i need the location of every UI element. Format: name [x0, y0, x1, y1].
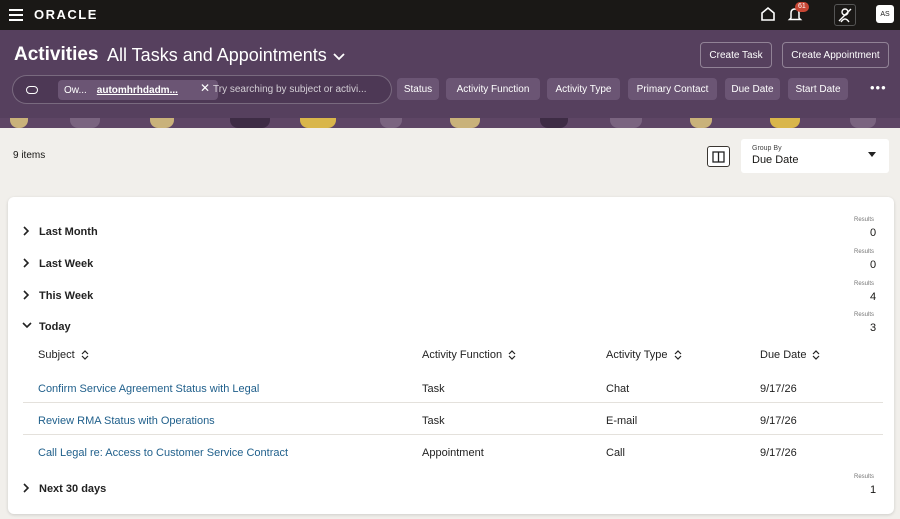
results-label: Results	[854, 281, 875, 287]
sort-icon	[813, 350, 820, 360]
sort-icon	[674, 350, 681, 360]
chevron-down-icon	[333, 52, 345, 60]
columns-icon	[712, 150, 725, 163]
saved-search-label: All Tasks and Appointments	[107, 45, 327, 65]
search-input[interactable]: Try searching by subject or activi...	[213, 84, 367, 95]
decorative-pattern	[0, 118, 900, 128]
group-name[interactable]: This Week	[39, 290, 93, 302]
oracle-logo: ORACLE	[34, 7, 98, 22]
group-today[interactable]: Today Results 3	[8, 312, 894, 342]
filter-status[interactable]: Status	[397, 78, 439, 100]
activity-function-cell: Appointment	[422, 447, 484, 459]
group-name[interactable]: Last Month	[39, 226, 98, 238]
activity-function-cell: Task	[422, 383, 445, 395]
results-count: 4	[870, 291, 877, 303]
subject-link[interactable]: Review RMA Status with Operations	[38, 415, 215, 427]
group-by-label: Group By	[752, 145, 782, 152]
group-name[interactable]: Last Week	[39, 258, 93, 270]
subject-link[interactable]: Call Legal re: Access to Customer Servic…	[38, 447, 288, 459]
toggle-panel-button[interactable]	[707, 146, 730, 167]
column-header-due-date[interactable]: Due Date	[760, 349, 820, 361]
results-label: Results	[854, 217, 875, 223]
create-appointment-button[interactable]: Create Appointment	[782, 42, 889, 68]
page-header: Activities All Tasks and Appointments Cr…	[0, 30, 900, 118]
items-count: 9 items	[13, 150, 46, 161]
results-label: Results	[854, 474, 875, 480]
group-last-month[interactable]: Last Month Results 0	[8, 217, 894, 247]
chevron-down-icon[interactable]	[22, 321, 32, 329]
activities-list: Last Month Results 0 Last Week Results 0…	[8, 197, 894, 514]
activity-type-cell: Chat	[606, 383, 630, 395]
column-header-label: Activity Type	[606, 349, 668, 361]
toggle-icon[interactable]	[26, 86, 38, 94]
global-header: ORACLE 61 AS	[0, 0, 900, 30]
due-date-cell: 9/17/26	[760, 415, 797, 427]
group-name[interactable]: Today	[39, 321, 71, 333]
more-options-icon[interactable]: •••	[870, 80, 887, 95]
column-header-label: Subject	[38, 349, 75, 361]
owner-filter-chip[interactable]: Ow... automhrhdadm...	[58, 80, 218, 100]
group-name[interactable]: Next 30 days	[39, 483, 106, 495]
filter-activity-type[interactable]: Activity Type	[547, 78, 620, 100]
group-by-value: Due Date	[752, 154, 799, 166]
subject-link[interactable]: Confirm Service Agreement Status with Le…	[38, 383, 259, 395]
activity-type-cell: E-mail	[606, 415, 638, 427]
results-label: Results	[854, 312, 875, 318]
group-last-week[interactable]: Last Week Results 0	[8, 249, 894, 279]
column-header-label: Activity Function	[422, 349, 503, 361]
chevron-right-icon[interactable]	[22, 290, 30, 300]
results-count: 0	[870, 259, 877, 271]
activity-type-cell: Call	[606, 447, 625, 459]
menu-icon[interactable]	[9, 9, 23, 21]
home-icon[interactable]	[759, 5, 779, 25]
chevron-right-icon[interactable]	[22, 483, 30, 493]
filter-due-date[interactable]: Due Date	[725, 78, 780, 100]
close-icon[interactable]: ✕	[200, 81, 210, 95]
column-header-activity-function[interactable]: Activity Function	[422, 349, 516, 361]
notification-badge: 61	[795, 2, 809, 12]
column-header-activity-type[interactable]: Activity Type	[606, 349, 682, 361]
due-date-cell: 9/17/26	[760, 447, 797, 459]
table-row[interactable]: Confirm Service Agreement Status with Le…	[23, 371, 883, 403]
table-row[interactable]: Review RMA Status with Operations Task E…	[23, 403, 883, 435]
group-next-30-days[interactable]: Next 30 days Results 1	[8, 474, 894, 504]
sort-icon	[81, 350, 89, 360]
sort-icon	[508, 350, 516, 360]
column-header-label: Due Date	[760, 349, 807, 361]
chevron-right-icon[interactable]	[22, 258, 30, 268]
create-task-button[interactable]: Create Task	[700, 42, 772, 68]
filter-activity-function[interactable]: Activity Function	[446, 78, 540, 100]
group-by-select[interactable]: Group By Due Date	[741, 139, 889, 173]
caret-down-icon	[868, 152, 876, 157]
owner-chip-label: Ow...	[64, 84, 87, 96]
filter-primary-contact[interactable]: Primary Contact	[628, 78, 717, 100]
search-bar[interactable]: Ow... automhrhdadm... ✕ Try searching by…	[12, 75, 392, 104]
results-count: 0	[870, 227, 877, 239]
people-icon[interactable]	[834, 4, 856, 26]
owner-chip-value: automhrhdadm...	[96, 84, 178, 96]
results-label: Results	[854, 249, 875, 255]
results-count: 1	[870, 484, 877, 496]
group-this-week[interactable]: This Week Results 4	[8, 281, 894, 311]
filter-start-date[interactable]: Start Date	[788, 78, 848, 100]
table-row[interactable]: Call Legal re: Access to Customer Servic…	[23, 435, 883, 467]
activity-function-cell: Task	[422, 415, 445, 427]
user-avatar[interactable]: AS	[876, 5, 894, 23]
page-title: Activities	[14, 44, 99, 65]
column-header-subject[interactable]: Subject	[38, 349, 89, 361]
chevron-right-icon[interactable]	[22, 226, 30, 236]
results-count: 3	[870, 322, 877, 334]
saved-search-select[interactable]: All Tasks and Appointments	[107, 45, 345, 66]
due-date-cell: 9/17/26	[760, 383, 797, 395]
